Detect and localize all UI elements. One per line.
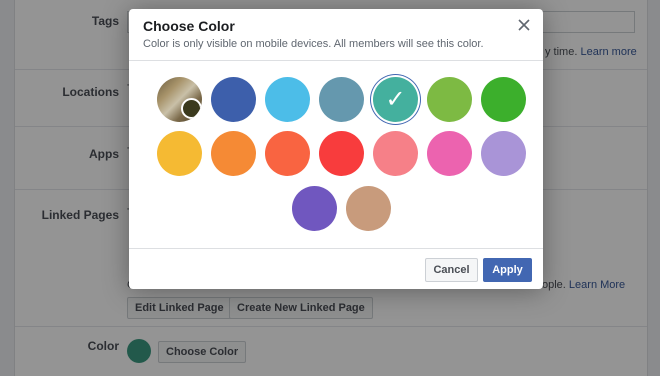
dialog-header-divider: [129, 60, 543, 61]
photo-color-option[interactable]: [157, 77, 202, 122]
color-option-pink[interactable]: [373, 131, 418, 176]
color-option-magenta[interactable]: [427, 131, 472, 176]
color-option-green[interactable]: [481, 77, 526, 122]
color-option-sky[interactable]: [265, 77, 310, 122]
color-option-coral[interactable]: [265, 131, 310, 176]
color-option-purple[interactable]: [292, 186, 337, 231]
color-option-teal[interactable]: ✓: [373, 77, 418, 122]
color-option-tan[interactable]: [346, 186, 391, 231]
cancel-button[interactable]: Cancel: [425, 258, 478, 282]
color-option-lime[interactable]: [427, 77, 472, 122]
color-option-red[interactable]: [319, 131, 364, 176]
photo-badge: [181, 98, 202, 119]
apply-button[interactable]: Apply: [483, 258, 532, 282]
color-option-steel[interactable]: [319, 77, 364, 122]
color-option-yellow[interactable]: [157, 131, 202, 176]
dialog-subtitle: Color is only visible on mobile devices.…: [143, 38, 484, 50]
dialog-footer-divider: [129, 248, 543, 249]
check-icon: ✓: [385, 86, 406, 113]
color-option-blue[interactable]: [211, 77, 256, 122]
color-option-lavender[interactable]: [481, 131, 526, 176]
close-icon[interactable]: [514, 15, 534, 35]
choose-color-dialog: Choose Color Color is only visible on mo…: [129, 9, 543, 289]
dialog-title: Choose Color: [143, 18, 235, 34]
color-option-orange[interactable]: [211, 131, 256, 176]
